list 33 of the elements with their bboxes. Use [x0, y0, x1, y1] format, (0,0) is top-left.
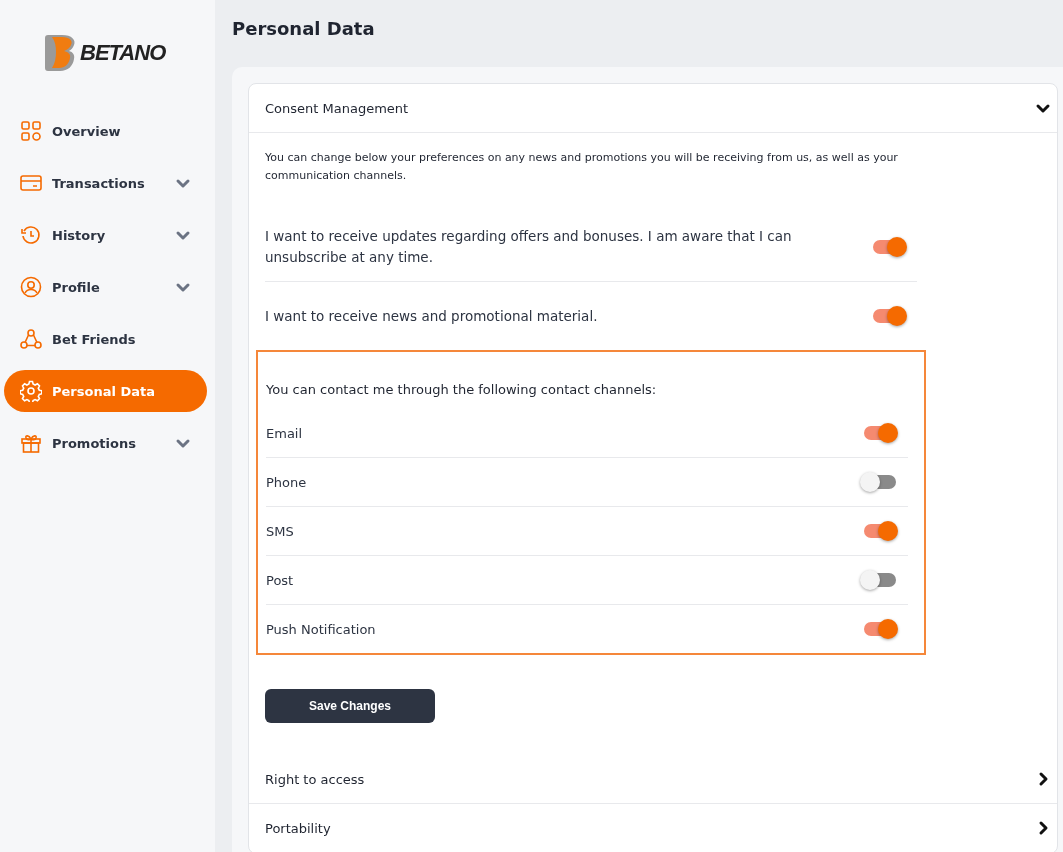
channel-label: Email: [266, 424, 304, 443]
description-text: You can change below your preferences on any news and promotions you will be receiving from us, as well as your communication channels.: [265, 150, 899, 184]
grid-icon: [20, 120, 42, 142]
toggle-switch[interactable]: [873, 309, 905, 323]
sidebar-item[interactable]: History: [4, 214, 207, 256]
channel-label: Phone: [266, 473, 308, 492]
page-title: Personal Data: [232, 18, 376, 39]
card-icon: [20, 172, 42, 194]
save-button[interactable]: Save Changes: [265, 689, 435, 723]
sidebar-item[interactable]: Bet Friends: [4, 318, 207, 360]
sidebar-item[interactable]: Promotions: [4, 422, 207, 464]
channel-label: Post: [266, 571, 295, 590]
channel-label: SMS: [266, 522, 295, 541]
channels-heading: You can contact me through the following contact channels:: [266, 382, 658, 397]
sidebar-item[interactable]: Profile: [4, 266, 207, 308]
channel-label: Push Notification: [266, 620, 377, 639]
consent-label: I want to receive news and promotional material.: [265, 306, 599, 326]
history-icon: [20, 224, 42, 246]
gift-icon: [20, 432, 42, 454]
user-icon: [20, 276, 42, 298]
accordion-header[interactable]: Consent Management: [249, 84, 1057, 133]
toggle-switch[interactable]: [864, 622, 896, 636]
toggle-switch[interactable]: [864, 426, 896, 440]
consent-label: I want to receive updates regarding offers and bonuses. I am aware that I can unsubscribe at any time.: [265, 227, 793, 267]
accordion-header[interactable]: Portability: [249, 804, 1057, 852]
sidebar-item[interactable]: Transactions: [4, 162, 207, 204]
logo-text: BETANO: [80, 40, 166, 66]
accordion-header[interactable]: Right to access: [249, 755, 1057, 804]
friends-icon: [20, 328, 42, 350]
sidebar-item[interactable]: Overview: [4, 110, 207, 152]
toggle-switch[interactable]: [873, 240, 905, 254]
toggle-switch[interactable]: [864, 524, 896, 538]
gear-icon: [20, 380, 42, 402]
